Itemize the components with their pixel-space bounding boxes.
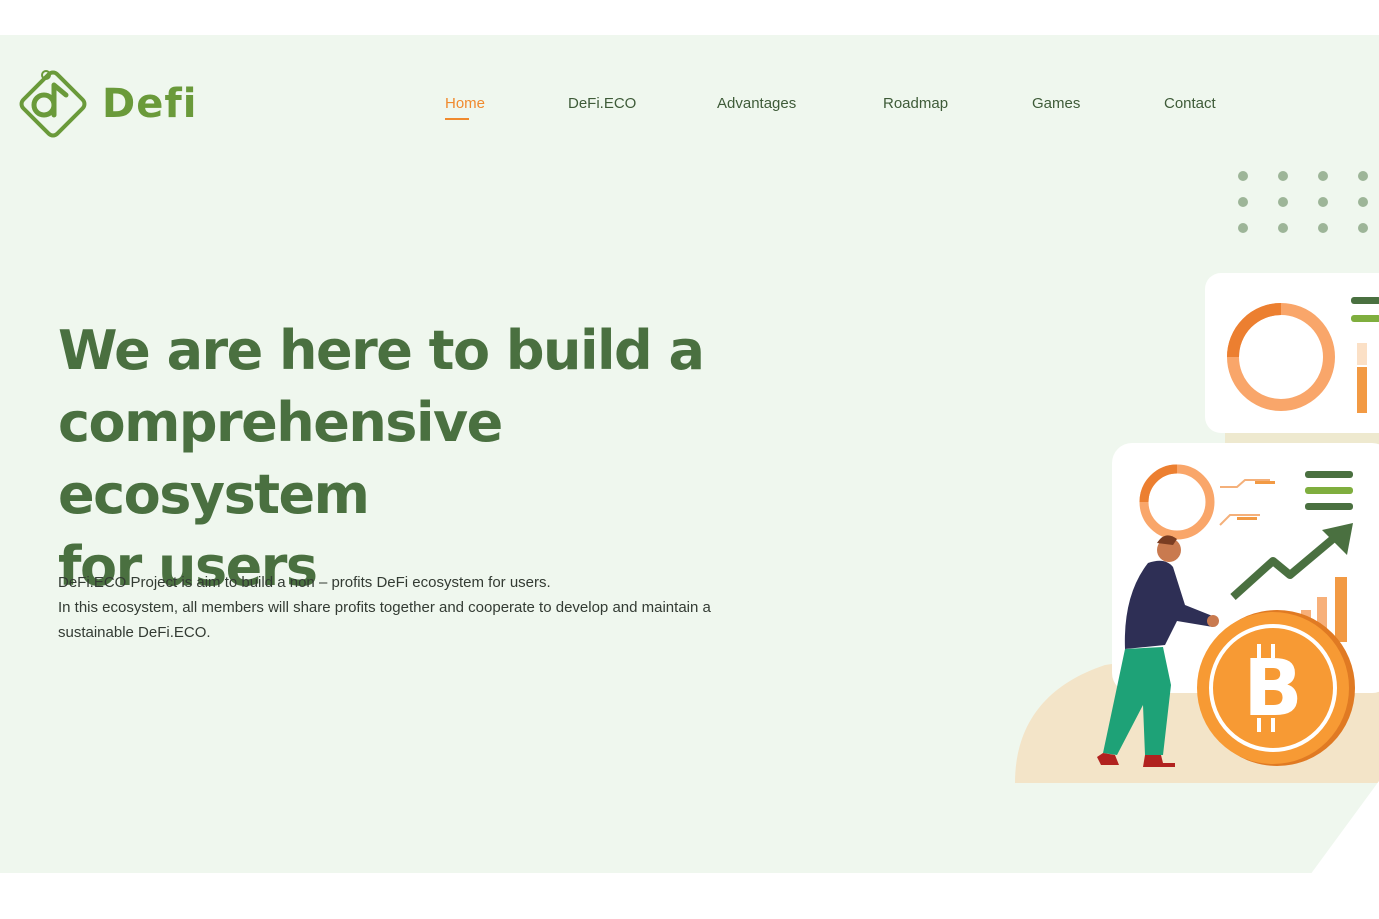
hero-illustration: B bbox=[1015, 171, 1379, 783]
nav-home[interactable]: Home bbox=[445, 95, 486, 120]
nav-roadmap-label: Roadmap bbox=[883, 95, 949, 112]
nav-home-label: Home bbox=[445, 95, 486, 112]
nav-contact[interactable]: Contact bbox=[1164, 95, 1216, 112]
nav-defi-eco[interactable]: DeFi.ECO bbox=[568, 95, 636, 112]
dot-grid-decoration bbox=[1238, 171, 1368, 233]
hero-description: DeFi.ECO Project is aim to build a non –… bbox=[58, 570, 798, 645]
nav-roadmap[interactable]: Roadmap bbox=[883, 95, 948, 112]
nav-advantages-label: Advantages bbox=[717, 95, 797, 112]
hero-corner-cut bbox=[1289, 781, 1379, 873]
headline-line-1: We are here to build a bbox=[58, 319, 705, 382]
nav-games[interactable]: Games bbox=[1032, 95, 1080, 112]
main-nav: Home DeFi.ECO Advantages Roadmap Games C… bbox=[0, 95, 1379, 125]
desc-line-1: DeFi.ECO Project is aim to build a non –… bbox=[58, 574, 551, 591]
nav-active-underline bbox=[445, 118, 469, 120]
hero-section: Defi Home DeFi.ECO Advantages Roadmap Ga… bbox=[0, 35, 1379, 873]
desc-line-2: In this ecosystem, all members will shar… bbox=[58, 599, 711, 616]
headline-line-2: comprehensive ecosystem bbox=[58, 391, 503, 526]
nav-contact-label: Contact bbox=[1164, 95, 1216, 112]
bitcoin-coin-icon: B bbox=[1197, 610, 1355, 766]
nav-games-label: Games bbox=[1032, 95, 1081, 112]
nav-advantages[interactable]: Advantages bbox=[717, 95, 796, 112]
nav-defi-eco-label: DeFi.ECO bbox=[568, 95, 637, 112]
desc-line-3: sustainable DeFi.ECO. bbox=[58, 624, 211, 641]
hero-headline: We are here to build a comprehensive eco… bbox=[58, 315, 818, 603]
